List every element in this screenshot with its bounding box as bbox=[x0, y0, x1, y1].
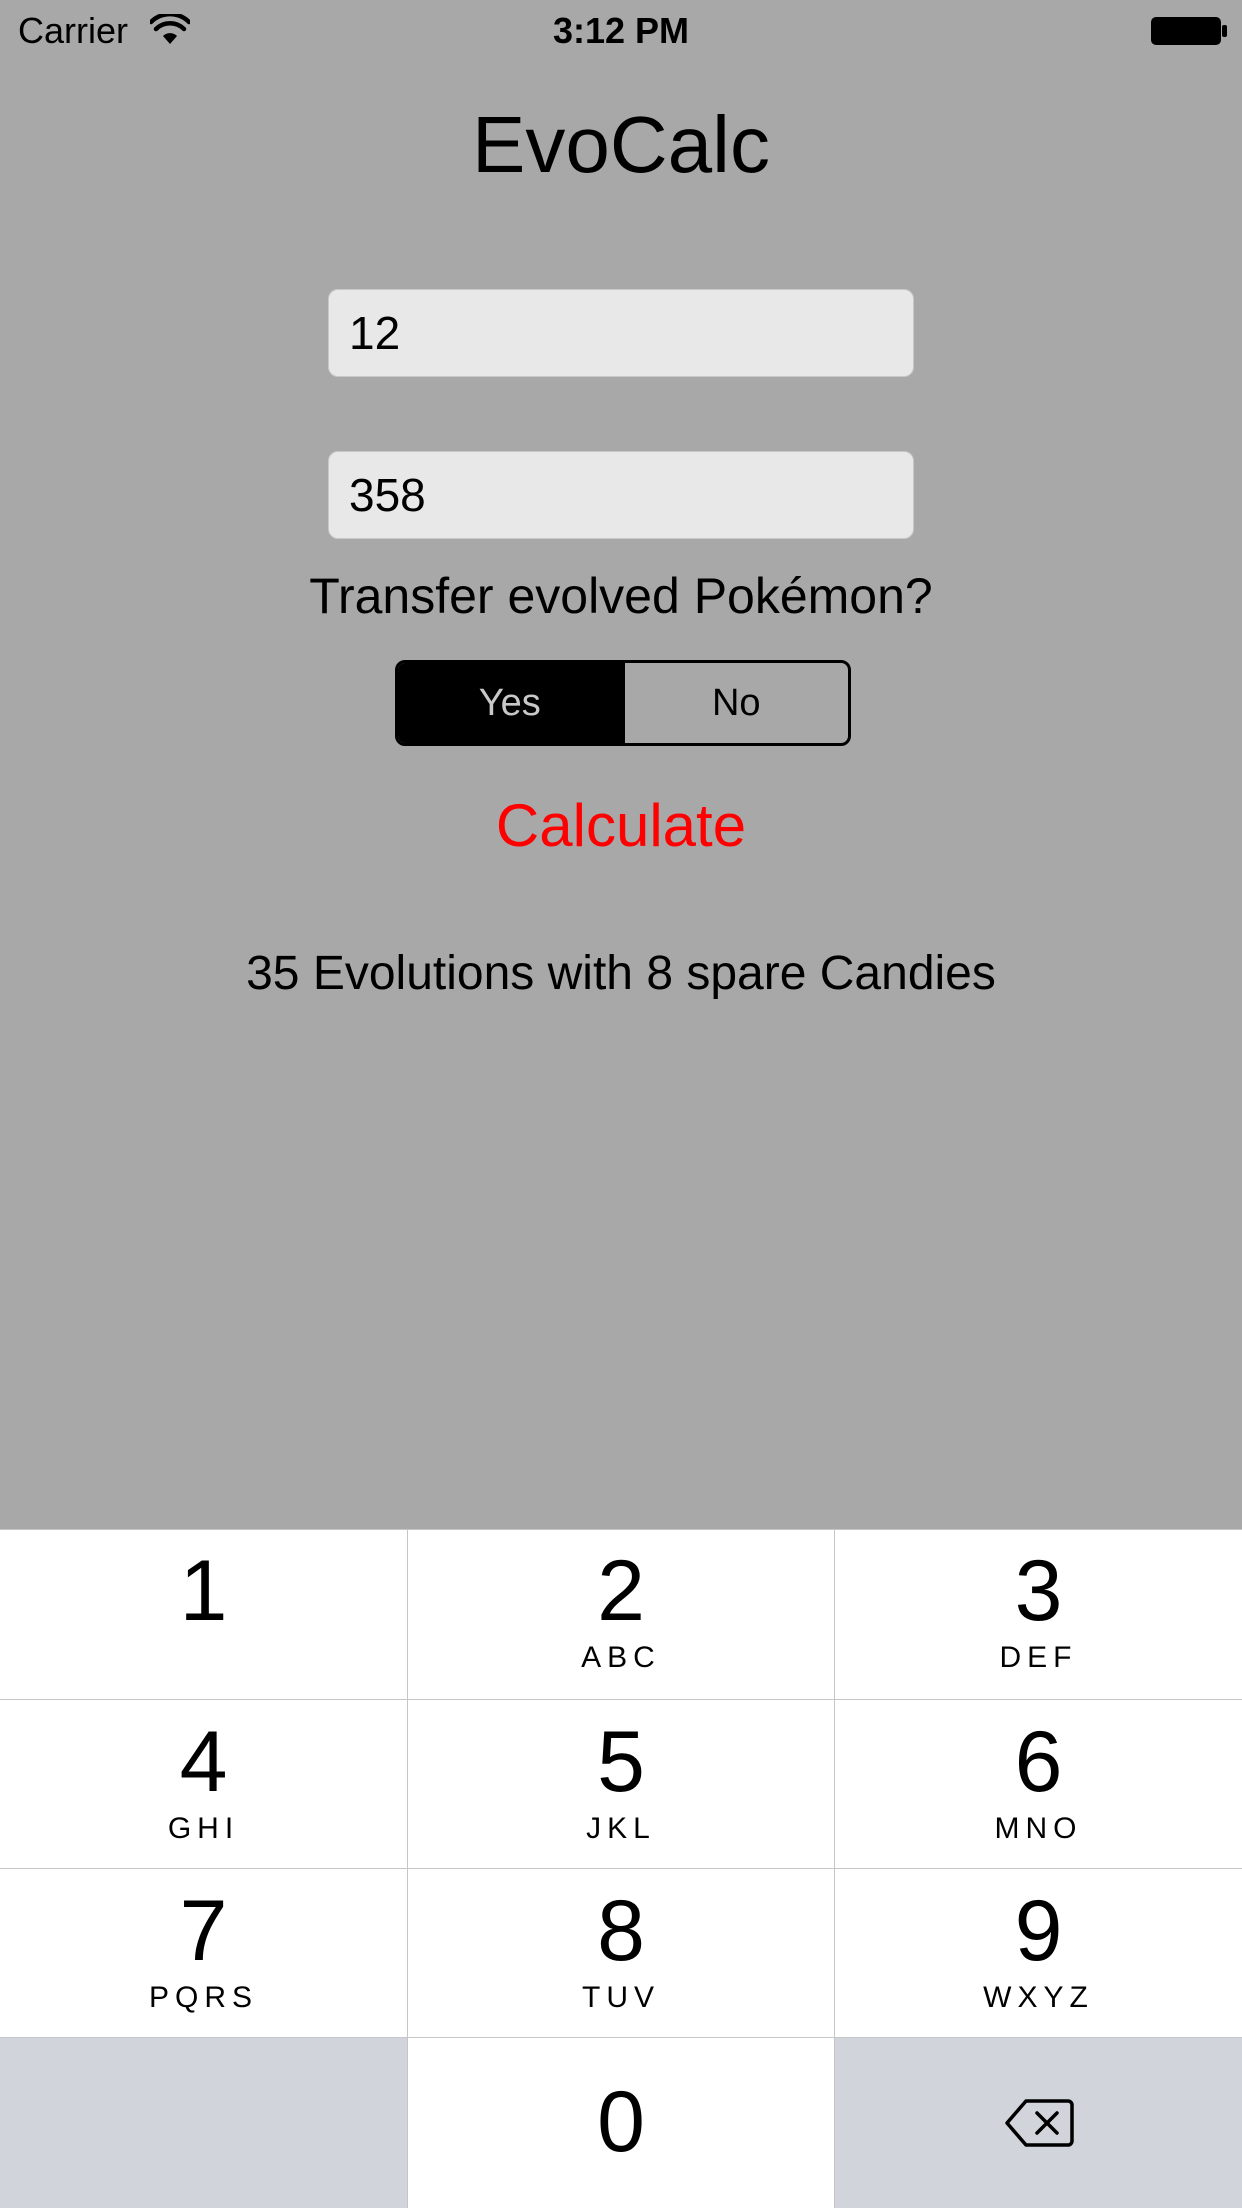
key-6[interactable]: 6 MNO bbox=[835, 1700, 1242, 1868]
keypad-divider bbox=[0, 1699, 1242, 1700]
key-digit: 9 bbox=[1014, 1883, 1063, 1979]
keypad-blank-key bbox=[0, 2038, 407, 2208]
status-time: 3:12 PM bbox=[552, 10, 690, 51]
numeric-keypad: 1 2 ABC 3 DEF 4 GHI 5 JKL 6 MNO 7 PQRS 8… bbox=[0, 1529, 1242, 2208]
key-4[interactable]: 4 GHI bbox=[0, 1700, 407, 1868]
key-digit: 4 bbox=[179, 1714, 228, 1810]
key-letters: DEF bbox=[999, 1641, 1078, 1674]
key-3[interactable]: 3 DEF bbox=[835, 1529, 1242, 1699]
status-bar: Carrier 3:12 PM bbox=[0, 0, 1242, 62]
key-digit: 7 bbox=[179, 1883, 228, 1979]
keypad-divider bbox=[834, 1529, 835, 2208]
segment-no[interactable]: No bbox=[621, 663, 849, 743]
segment-yes[interactable]: Yes bbox=[398, 663, 622, 743]
transfer-question-label: Transfer evolved Pokémon? bbox=[309, 568, 933, 624]
battery-icon bbox=[1151, 17, 1227, 45]
key-digit: 2 bbox=[597, 1543, 645, 1639]
key-digit: 0 bbox=[597, 2074, 645, 2170]
key-digit: 1 bbox=[179, 1543, 228, 1639]
second-number-field[interactable] bbox=[328, 451, 914, 539]
keypad-divider bbox=[0, 2037, 1242, 2038]
keypad-divider bbox=[0, 1529, 1242, 1530]
key-letters: WXYZ bbox=[983, 1981, 1094, 2014]
key-letters: GHI bbox=[167, 1812, 240, 1845]
key-0[interactable]: 0 bbox=[408, 2038, 834, 2208]
key-digit: 3 bbox=[1014, 1543, 1063, 1639]
first-number-field[interactable] bbox=[328, 289, 914, 377]
key-5[interactable]: 5 JKL bbox=[408, 1700, 834, 1868]
key-digit: 5 bbox=[597, 1714, 645, 1810]
key-9[interactable]: 9 WXYZ bbox=[835, 1869, 1242, 2037]
transfer-segmented-control[interactable]: Yes No bbox=[395, 660, 851, 746]
backspace-icon bbox=[1004, 2099, 1074, 2147]
key-7[interactable]: 7 PQRS bbox=[0, 1869, 407, 2037]
app-title: EvoCalc bbox=[472, 100, 770, 189]
calculate-button[interactable]: Calculate bbox=[371, 786, 871, 866]
key-letters: TUV bbox=[582, 1981, 660, 2014]
key-letters: JKL bbox=[586, 1812, 656, 1845]
key-letters: ABC bbox=[581, 1641, 661, 1674]
key-2[interactable]: 2 ABC bbox=[408, 1529, 834, 1699]
result-label: 35 Evolutions with 8 spare Candies bbox=[246, 947, 996, 1000]
key-digit: 6 bbox=[1014, 1714, 1063, 1810]
key-digit: 8 bbox=[597, 1883, 645, 1979]
key-letters: PQRS bbox=[148, 1981, 259, 2014]
backspace-key[interactable] bbox=[835, 2038, 1242, 2208]
keypad-divider bbox=[0, 1868, 1242, 1869]
key-8[interactable]: 8 TUV bbox=[408, 1869, 834, 2037]
key-1[interactable]: 1 bbox=[0, 1529, 407, 1699]
key-letters: MNO bbox=[994, 1812, 1083, 1845]
keypad-divider bbox=[407, 1529, 408, 2208]
